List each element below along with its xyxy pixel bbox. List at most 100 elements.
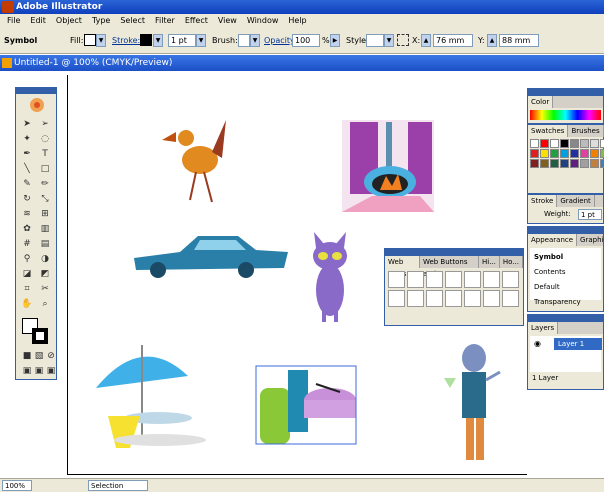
direct-selection-tool-icon[interactable]: ➢ <box>38 118 52 130</box>
swatch[interactable] <box>570 159 579 168</box>
umbrella-table-symbol[interactable] <box>96 345 206 448</box>
bird-symbol[interactable] <box>162 120 226 203</box>
swatch[interactable] <box>600 159 604 168</box>
appearance-item[interactable]: Contents <box>534 265 597 280</box>
swatch[interactable] <box>580 149 589 158</box>
swatch[interactable] <box>570 139 579 148</box>
swatch[interactable] <box>530 139 539 148</box>
symbol-thumb[interactable] <box>445 271 462 288</box>
color-spectrum-bar[interactable] <box>530 110 601 120</box>
symbol-thumb[interactable] <box>502 290 519 307</box>
swatch[interactable] <box>540 149 549 158</box>
man-symbol[interactable] <box>444 344 501 460</box>
swatch[interactable] <box>530 159 539 168</box>
swatch[interactable] <box>540 159 549 168</box>
status-selection-field[interactable]: Selection <box>88 480 148 491</box>
tab-appearance[interactable]: Appearance <box>528 234 578 246</box>
live-paint-tool-icon[interactable]: ◪ <box>20 268 34 280</box>
color-panel-header[interactable] <box>528 89 603 96</box>
cat-symbol[interactable] <box>313 232 347 322</box>
swatch[interactable] <box>600 139 604 148</box>
tab-graphic-styles[interactable]: Graphic <box>577 234 604 246</box>
eye-icon[interactable]: ◉ <box>534 339 541 348</box>
zoom-field[interactable]: 100% <box>2 480 32 491</box>
swatch[interactable] <box>550 139 559 148</box>
symbol-thumb[interactable] <box>426 271 443 288</box>
swatch[interactable] <box>580 159 589 168</box>
swatch[interactable] <box>590 149 599 158</box>
tab-gradient[interactable]: Gradient <box>557 195 595 207</box>
tab-swatches[interactable]: Swatches <box>528 125 569 137</box>
swatch[interactable] <box>580 139 589 148</box>
slice-tool-icon[interactable]: ⌗ <box>20 283 34 295</box>
swatch[interactable] <box>530 149 539 158</box>
symbol-thumb[interactable] <box>483 290 500 307</box>
tab-layers[interactable]: Layers <box>528 322 559 334</box>
layers-count: 1 Layer <box>532 374 559 382</box>
swatch[interactable] <box>590 159 599 168</box>
warp-tool-icon[interactable]: ≋ <box>20 208 34 220</box>
drums-symbol[interactable] <box>255 365 357 445</box>
eyedropper-tool-icon[interactable]: ⚲ <box>20 253 34 265</box>
symbol-thumb[interactable] <box>464 271 481 288</box>
swatch[interactable] <box>550 149 559 158</box>
hand-tool-icon[interactable]: ✋ <box>20 298 34 310</box>
stroke-color-box[interactable] <box>32 328 48 344</box>
tab-color[interactable]: Color <box>528 96 554 108</box>
magic-wand-tool-icon[interactable]: ✦ <box>20 133 34 145</box>
pen-tool-icon[interactable]: ✒ <box>20 148 34 160</box>
swatch[interactable] <box>560 149 569 158</box>
paintbrush-tool-icon[interactable]: ✎ <box>20 178 34 190</box>
layers-panel-header[interactable] <box>528 315 603 322</box>
tab-symbols-3[interactable]: Hi... <box>479 256 500 268</box>
mesh-tool-icon[interactable]: # <box>20 238 34 250</box>
graph-tool-icon[interactable]: ▥ <box>38 223 52 235</box>
swatch[interactable] <box>550 159 559 168</box>
scale-tool-icon[interactable]: ⤡ <box>38 193 52 205</box>
tab-web-buttons[interactable]: Web Buttons and... <box>420 256 479 278</box>
layer-row[interactable]: Layer 1 <box>554 338 602 350</box>
line-tool-icon[interactable]: ╲ <box>20 163 34 175</box>
lasso-tool-icon[interactable]: ◌ <box>38 133 52 145</box>
rotate-tool-icon[interactable]: ↻ <box>20 193 34 205</box>
tab-web-icons[interactable]: Web Icons <box>385 256 420 278</box>
symbols-panel-header[interactable] <box>385 249 523 256</box>
type-tool-icon[interactable]: T <box>38 148 52 160</box>
swatch[interactable] <box>560 139 569 148</box>
fireplace-symbol[interactable] <box>342 120 434 212</box>
symbol-thumb[interactable] <box>407 271 424 288</box>
symbol-thumb[interactable] <box>502 271 519 288</box>
symbol-thumb[interactable] <box>445 290 462 307</box>
rectangle-tool-icon[interactable]: □ <box>38 163 52 175</box>
appearance-item[interactable]: Default Transparency <box>534 280 597 310</box>
gradient-tool-icon[interactable]: ▤ <box>38 238 52 250</box>
symbol-thumb[interactable] <box>388 290 405 307</box>
symbol-sprayer-tool-icon[interactable]: ✿ <box>20 223 34 235</box>
free-transform-tool-icon[interactable]: ⊞ <box>38 208 52 220</box>
symbol-thumb[interactable] <box>483 271 500 288</box>
symbol-thumb[interactable] <box>407 290 424 307</box>
blend-tool-icon[interactable]: ◑ <box>38 253 52 265</box>
tab-symbols-4[interactable]: Ho... <box>500 256 523 268</box>
pencil-tool-icon[interactable]: ✏ <box>38 178 52 190</box>
scissors-tool-icon[interactable]: ✂ <box>38 283 52 295</box>
stroke-weight-field[interactable]: 1 pt <box>578 209 602 220</box>
appearance-item[interactable]: Symbol <box>534 250 597 265</box>
symbol-thumb[interactable] <box>464 290 481 307</box>
swatch[interactable] <box>600 149 604 158</box>
selection-tool-icon[interactable]: ➤ <box>20 118 34 130</box>
tab-stroke[interactable]: Stroke <box>528 195 558 207</box>
symbol-thumb[interactable] <box>388 271 405 288</box>
swatch[interactable] <box>570 149 579 158</box>
screen-mode-full-icon[interactable]: ▣ <box>44 365 58 377</box>
zoom-tool-icon[interactable]: ⌕ <box>38 298 52 310</box>
swatch[interactable] <box>560 159 569 168</box>
appearance-panel-header[interactable] <box>528 227 603 234</box>
swatch[interactable] <box>540 139 549 148</box>
live-paint-selection-tool-icon[interactable]: ◩ <box>38 268 52 280</box>
swatch[interactable] <box>590 139 599 148</box>
car-symbol[interactable] <box>134 236 288 278</box>
none-mode-icon[interactable]: ⊘ <box>44 350 58 362</box>
symbol-thumb[interactable] <box>426 290 443 307</box>
tab-brushes[interactable]: Brushes <box>568 125 604 137</box>
